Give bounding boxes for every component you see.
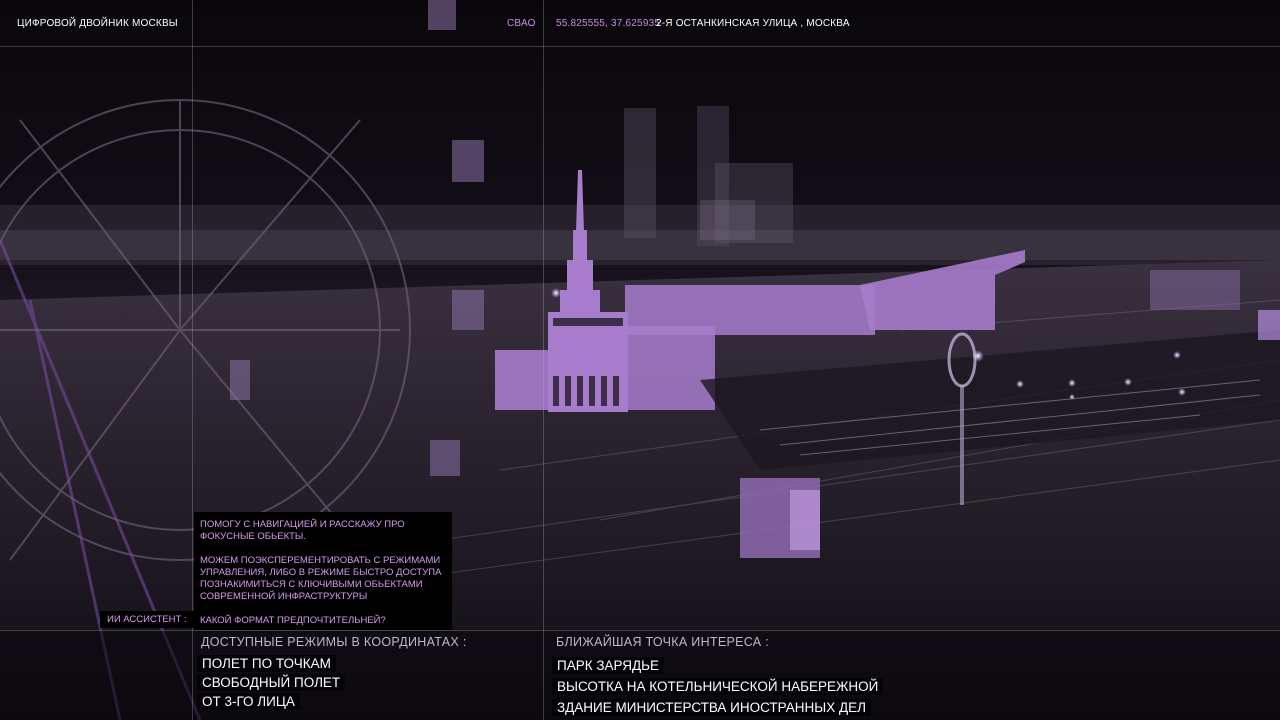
grid-line-col-2 [543, 0, 544, 720]
poi-item-label: ПАРК ЗАРЯДЬЕ [552, 657, 664, 674]
ai-assistant-label: ИИ АССИСТЕНТ : [100, 611, 194, 628]
app-title: ЦИФРОВОЙ ДВОЙНИК МОСКВЫ [17, 18, 178, 29]
poi-section-title: БЛИЖАЙШАЯ ТОЧКА ИНТЕРЕСА : [556, 635, 769, 649]
mode-item-label: ОТ 3-ГО ЛИЦА [197, 693, 300, 710]
assistant-message: ПОМОГУ С НАВИГАЦИЕЙ И РАССКАЖУ ПРО ФОКУС… [200, 519, 405, 542]
mode-item-free-flight[interactable]: СВОБОДНЫЙ ПОЛЕТ [197, 674, 346, 692]
poi-item-mfa-building[interactable]: ЗДАНИЕ МИНИСТЕРСТВА ИНОСТРАННЫХ ДЕЛ [552, 699, 883, 717]
poi-list: ПАРК ЗАРЯДЬЕ ВЫСОТКА НА КОТЕЛЬНИЧЕСКОЙ Н… [552, 657, 884, 720]
poi-item-zaryadye[interactable]: ПАРК ЗАРЯДЬЕ [552, 657, 883, 675]
address-label: 2-Я ОСТАНКИНСКАЯ УЛИЦА , МОСКВА [656, 18, 850, 29]
assistant-chat-panel: ПОМОГУ С НАВИГАЦИЕЙ И РАССКАЖУ ПРО ФОКУС… [194, 512, 452, 630]
coordinates-readout: 55.825555, 37.625935 [556, 18, 661, 29]
modes-section-title: ДОСТУПНЫЕ РЕЖИМЫ В КООРДИНАТАХ : [201, 635, 467, 649]
assistant-question: КАКОЙ ФОРМАТ ПРЕДПОЧТИТЕЛЬНЕЙ? [200, 615, 386, 626]
mode-item-label: ПОЛЕТ ПО ТОЧКАМ [197, 655, 336, 672]
modes-list: ПОЛЕТ ПО ТОЧКАМ СВОБОДНЫЙ ПОЛЕТ ОТ 3-ГО … [197, 655, 346, 712]
poi-item-kotelnicheskaya[interactable]: ВЫСОТКА НА КОТЕЛЬНИЧЕСКОЙ НАБЕРЕЖНОЙ [552, 678, 884, 696]
mode-item-third-person[interactable]: ОТ 3-ГО ЛИЦА [197, 693, 345, 711]
poi-item-label: ВЫСОТКА НА КОТЕЛЬНИЧЕСКОЙ НАБЕРЕЖНОЙ [552, 678, 884, 695]
mode-item-waypoints[interactable]: ПОЛЕТ ПО ТОЧКАМ [197, 655, 345, 673]
mode-item-label: СВОБОДНЫЙ ПОЛЕТ [197, 674, 346, 691]
assistant-message: МОЖЕМ ПОЭКСПЕРЕМЕНТИРОВАТЬ С РЕЖИМАМИ УП… [200, 555, 442, 602]
district-label: СВАО [507, 18, 536, 29]
poi-item-label: ЗДАНИЕ МИНИСТЕРСТВА ИНОСТРАННЫХ ДЕЛ [552, 699, 871, 716]
